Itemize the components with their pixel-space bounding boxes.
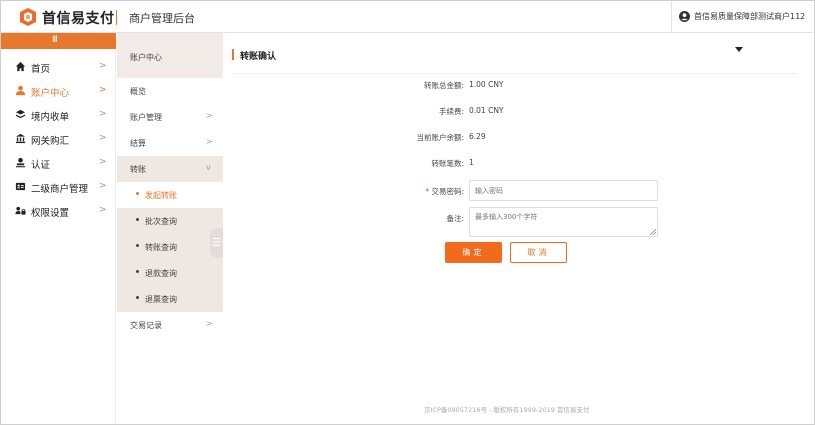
chevron-right-icon: > bbox=[206, 111, 213, 120]
submenu-item-label: 转账查询 bbox=[145, 243, 177, 252]
main-content: 转账确认 转账总金额: 1.00 CNY 手续费: 0.01 CNY 当前账户余… bbox=[224, 33, 814, 424]
submenu-header: 账户中心 bbox=[117, 33, 223, 78]
sidebar-item-label: 权限设置 bbox=[31, 208, 70, 219]
submenu-item-account-management[interactable]: 账户管理 > bbox=[117, 104, 223, 130]
submenu-list: 概览 账户管理 > 结算 > 转账 v 发起转账 批次查询 转账查询 退款查询 bbox=[117, 78, 223, 424]
chevron-right-icon: > bbox=[99, 205, 107, 215]
brand-logo-icon bbox=[20, 8, 36, 26]
sidebar-item-domestic-acquiring[interactable]: 境内收单 > bbox=[1, 103, 116, 127]
total-amount-value: 1.00 CNY bbox=[469, 80, 504, 89]
bullet-dot bbox=[136, 296, 139, 299]
chevron-right-icon: > bbox=[99, 85, 107, 95]
submenu-item-transaction-records[interactable]: 交易记录 > bbox=[117, 312, 223, 338]
chevron-right-icon: > bbox=[99, 157, 107, 167]
confirm-button[interactable]: 确定 bbox=[445, 242, 502, 263]
layers-icon bbox=[15, 109, 26, 119]
sidebar-item-home[interactable]: 首页 > bbox=[1, 55, 116, 79]
submenu-item-batch-query[interactable]: 批次查询 bbox=[117, 208, 223, 234]
remark-textarea[interactable] bbox=[469, 207, 658, 237]
chevron-right-icon: > bbox=[206, 319, 213, 328]
sidebar-item-label: 首页 bbox=[31, 64, 51, 75]
submenu-item-return-query[interactable]: 退票查询 bbox=[117, 286, 223, 312]
submenu-item-overview[interactable]: 概览 bbox=[117, 78, 223, 104]
bank-icon bbox=[15, 133, 26, 144]
submenu-item-transfer-query[interactable]: 转账查询 bbox=[117, 234, 223, 260]
user-name: 首信易质量保障部测试商户112 bbox=[694, 12, 806, 21]
sidebar-item-account-center[interactable]: 账户中心 > bbox=[1, 79, 116, 103]
id-card-icon bbox=[15, 182, 26, 191]
fee-value: 0.01 CNY bbox=[469, 106, 504, 115]
submenu-item-label: 发起转账 bbox=[145, 191, 177, 200]
submenu-panel: 账户中心 概览 账户管理 > 结算 > 转账 v 发起转账 批次查询 转账查询 bbox=[117, 33, 223, 424]
sidebar-item-permissions[interactable]: 权限设置 > bbox=[1, 199, 116, 223]
sidebar-collapse-button[interactable]: III bbox=[1, 33, 116, 49]
balance-value: 6.29 bbox=[469, 132, 486, 141]
submenu-toggle-handle[interactable] bbox=[210, 228, 223, 258]
submenu-item-label: 交易记录 bbox=[130, 321, 162, 330]
bullet-dot bbox=[136, 244, 139, 247]
header-divider bbox=[116, 10, 117, 25]
caret-down-icon[interactable] bbox=[735, 47, 743, 52]
chevron-right-icon: > bbox=[99, 61, 107, 71]
sidebar-item-label: 网关购汇 bbox=[31, 136, 70, 147]
total-amount-label: 转账总金额: bbox=[423, 81, 464, 90]
bullet-dot bbox=[136, 218, 139, 221]
transfer-count-label: 转账笔数: bbox=[431, 159, 464, 168]
chevron-right-icon: > bbox=[99, 133, 107, 143]
sidebar-item-label: 境内收单 bbox=[31, 112, 70, 123]
person-icon bbox=[15, 157, 26, 168]
sidebar-item-gateway-fx[interactable]: 网关购汇 > bbox=[1, 127, 116, 151]
chevron-right-icon: > bbox=[99, 109, 107, 119]
submenu-item-refund-query[interactable]: 退款查询 bbox=[117, 260, 223, 286]
sidebar-item-sub-merchant[interactable]: 二级商户管理 > bbox=[1, 175, 116, 199]
required-mark: * bbox=[425, 187, 430, 196]
brand-name: 首信易支付 bbox=[42, 11, 115, 27]
submenu-item-label: 结算 bbox=[130, 139, 146, 148]
submenu-item-label: 转账 bbox=[130, 165, 146, 174]
sidebar: III 首页 > 账户中心 > 境内收单 > 网关购汇 > 认证 > 二级商户管… bbox=[1, 33, 116, 424]
account-circle-icon bbox=[679, 11, 690, 22]
submenu-item-initiate-transfer[interactable]: 发起转账 bbox=[117, 182, 223, 208]
lock-users-icon bbox=[15, 206, 26, 215]
collapse-bars-icon: III bbox=[52, 35, 58, 45]
fee-label: 手续费: bbox=[438, 107, 464, 116]
sidebar-item-label: 二级商户管理 bbox=[31, 184, 89, 195]
chevron-right-icon: > bbox=[99, 181, 107, 191]
submenu-item-transfer[interactable]: 转账 v bbox=[117, 156, 223, 182]
submenu-item-label: 账户管理 bbox=[130, 113, 162, 122]
bullet-dot bbox=[136, 270, 139, 273]
submenu-item-settlement[interactable]: 结算 > bbox=[117, 130, 223, 156]
password-label-text: 交易密码: bbox=[431, 187, 464, 196]
submenu-item-label: 批次查询 bbox=[145, 217, 177, 226]
password-input[interactable] bbox=[469, 180, 658, 201]
page-title: 转账确认 bbox=[240, 52, 277, 62]
resize-grip-icon[interactable] bbox=[650, 229, 656, 235]
top-header: 首信易支付 商户管理后台 首信易质量保障部测试商户112 bbox=[1, 1, 813, 33]
page-header: 转账确认 bbox=[232, 46, 797, 74]
header-subtitle: 商户管理后台 bbox=[129, 12, 195, 25]
chevron-right-icon: > bbox=[206, 137, 213, 146]
chevron-down-icon: v bbox=[206, 163, 211, 172]
submenu-item-label: 退票查询 bbox=[145, 295, 177, 304]
submenu-title: 账户中心 bbox=[130, 53, 162, 62]
bullet-dot bbox=[136, 192, 139, 195]
remark-label: 备注: bbox=[446, 214, 464, 223]
menu-lines-icon bbox=[213, 238, 220, 246]
home-icon bbox=[15, 61, 26, 72]
balance-label: 当前账户余额: bbox=[416, 133, 464, 142]
transfer-count-value: 1 bbox=[469, 158, 474, 167]
sidebar-item-label: 认证 bbox=[31, 160, 51, 171]
user-menu[interactable]: 首信易质量保障部测试商户112 bbox=[671, 1, 813, 32]
sidebar-item-label: 账户中心 bbox=[31, 88, 70, 99]
password-label: * 交易密码: bbox=[364, 186, 464, 197]
footer-copyright: 京ICP备09057216号 - 版权所有1999-2019 首信易支付 bbox=[424, 406, 590, 414]
cancel-button[interactable]: 取消 bbox=[510, 242, 567, 263]
user-icon bbox=[15, 85, 26, 96]
title-accent-bar bbox=[232, 49, 234, 60]
submenu-item-label: 概览 bbox=[130, 87, 146, 96]
sidebar-item-verification[interactable]: 认证 > bbox=[1, 151, 116, 175]
submenu-item-label: 退款查询 bbox=[145, 269, 177, 278]
